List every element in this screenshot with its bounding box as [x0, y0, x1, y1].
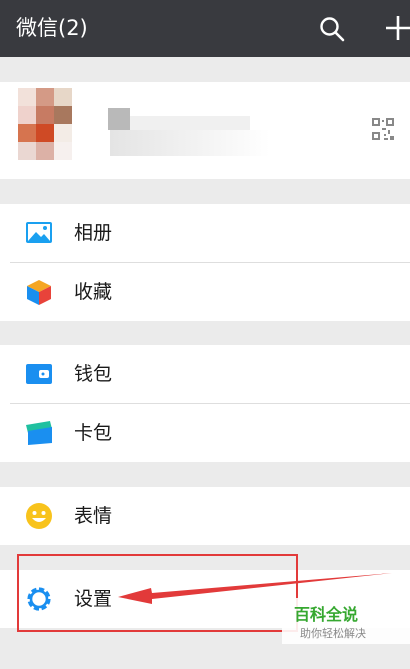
- avatar: [18, 88, 72, 160]
- nickname-blur-block: [108, 108, 130, 130]
- menu-item-label: 相册: [74, 222, 113, 244]
- qr-code-icon[interactable]: [372, 118, 394, 140]
- watermark-title: 百科全说: [294, 605, 359, 624]
- highlight-box: [17, 554, 298, 632]
- menu-item-cards[interactable]: 卡包: [0, 404, 410, 462]
- menu-item-stickers[interactable]: 表情: [0, 487, 410, 545]
- top-bar: 微信(2): [0, 0, 410, 57]
- group-album-favorites: 相册 收藏: [0, 204, 410, 321]
- menu-item-label: 收藏: [74, 281, 113, 303]
- wechat-id-blur: [110, 130, 270, 156]
- group-stickers: 表情: [0, 487, 410, 545]
- search-icon[interactable]: [318, 15, 346, 43]
- watermark: 百科全说 助你轻松解决: [282, 598, 410, 644]
- menu-item-label: 钱包: [74, 363, 113, 385]
- menu-item-favorites[interactable]: 收藏: [0, 263, 410, 321]
- picture-icon: [26, 222, 52, 243]
- profile-card[interactable]: [0, 82, 410, 179]
- wallet-icon: [26, 364, 52, 384]
- group-wallet-cards: 钱包 卡包: [0, 345, 410, 462]
- menu-item-album[interactable]: 相册: [0, 204, 410, 262]
- menu-item-wallet[interactable]: 钱包: [0, 345, 410, 403]
- cube-icon: [27, 280, 51, 305]
- menu-item-label: 卡包: [74, 422, 113, 444]
- plus-icon[interactable]: [385, 15, 410, 41]
- card-icon: [26, 421, 52, 445]
- page-title: 微信(2): [16, 16, 88, 40]
- watermark-subtitle: 助你轻松解决: [300, 627, 366, 640]
- menu-item-label: 表情: [74, 505, 113, 527]
- smiley-icon: [26, 503, 52, 529]
